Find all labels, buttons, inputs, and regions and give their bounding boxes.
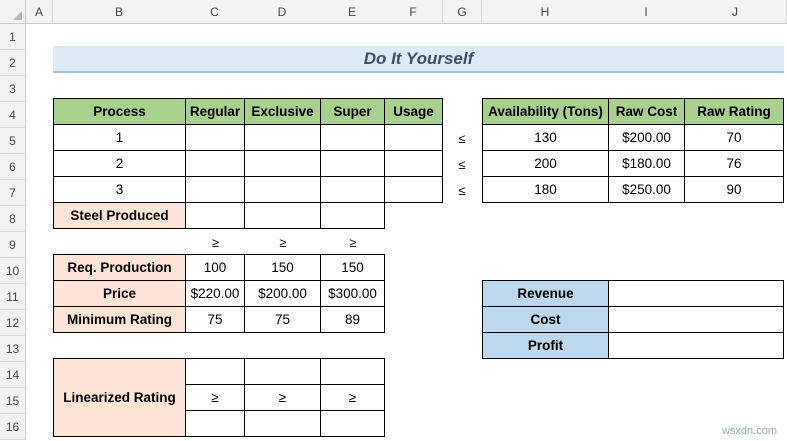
super-cell-1[interactable] [320,124,385,151]
profit-value-cell[interactable] [608,332,784,359]
req-production-super[interactable]: 150 [320,254,385,281]
process-header[interactable]: Process [53,98,186,125]
super-header[interactable]: Super [320,98,385,125]
raw-cost-cell-3[interactable]: $250.00 [608,176,685,203]
raw-cost-header[interactable]: Raw Cost [608,98,685,125]
row-header-1[interactable]: 1 [0,24,26,50]
row-header-12[interactable]: 12 [0,310,26,336]
price-label[interactable]: Price [53,280,186,307]
linearized-regular-ge[interactable]: ≥ [185,384,245,411]
raw-cost-cell-1[interactable]: $200.00 [608,124,685,151]
exclusive-cell-1[interactable] [244,124,321,151]
column-header-b[interactable]: B [53,0,186,24]
minimum-rating-exclusive[interactable]: 75 [244,306,321,333]
price-exclusive[interactable]: $200.00 [244,280,321,307]
raw-rating-cell-2[interactable]: 76 [684,150,784,177]
column-header-d[interactable]: D [244,0,321,24]
linearized-regular-bottom[interactable] [185,410,245,437]
column-header-a[interactable]: A [26,0,53,24]
profit-label[interactable]: Profit [482,332,609,359]
price-super[interactable]: $300.00 [320,280,385,307]
steel-super-cell[interactable] [320,202,385,229]
row-header-8[interactable]: 8 [0,206,26,232]
availability-cell-2[interactable]: 200 [482,150,609,177]
raw-rating-header[interactable]: Raw Rating [684,98,784,125]
revenue-label[interactable]: Revenue [482,280,609,307]
process-row-1[interactable]: 1 [53,124,186,151]
ge-symbol-exclusive: ≥ [279,234,287,250]
cost-value-cell[interactable] [608,306,784,333]
row-header-13[interactable]: 13 [0,336,26,362]
super-cell-3[interactable] [320,176,385,203]
linearized-regular-top[interactable] [185,358,245,385]
row-header-14[interactable]: 14 [0,362,26,388]
availability-cell-3[interactable]: 180 [482,176,609,203]
linearized-rating-label[interactable]: Linearized Rating [53,358,186,437]
column-header-c[interactable]: C [185,0,245,24]
column-header-g[interactable]: G [443,0,482,24]
row-header-7[interactable]: 7 [0,180,26,206]
row-header-4[interactable]: 4 [0,102,26,128]
usage-cell-3[interactable] [384,176,443,203]
steel-produced-label[interactable]: Steel Produced [53,202,186,229]
row-header-3[interactable]: 3 [0,76,26,102]
cost-label[interactable]: Cost [482,306,609,333]
ge-symbol-super: ≥ [349,234,357,250]
linearized-super-bottom[interactable] [320,410,385,437]
regular-header[interactable]: Regular [185,98,245,125]
minimum-rating-super[interactable]: 89 [320,306,385,333]
raw-rating-cell-3[interactable]: 90 [684,176,784,203]
row-header-9[interactable]: 9 [0,232,26,258]
req-production-label[interactable]: Req. Production [53,254,186,281]
exclusive-header[interactable]: Exclusive [244,98,321,125]
column-header-h[interactable]: H [482,0,609,24]
usage-cell-2[interactable] [384,150,443,177]
availability-header[interactable]: Availability (Tons) [482,98,609,125]
usage-cell-1[interactable] [384,124,443,151]
row-header-16[interactable]: 16 [0,414,26,440]
steel-regular-cell[interactable] [185,202,245,229]
raw-cost-cell-2[interactable]: $180.00 [608,150,685,177]
req-production-exclusive[interactable]: 150 [244,254,321,281]
minimum-rating-label[interactable]: Minimum Rating [53,306,186,333]
le-symbol-1: ≤ [458,130,466,146]
steel-exclusive-cell[interactable] [244,202,321,229]
availability-cell-1[interactable]: 130 [482,124,609,151]
watermark: wsxdn.com [721,425,777,437]
row-header-10[interactable]: 10 [0,258,26,284]
exclusive-cell-3[interactable] [244,176,321,203]
usage-header[interactable]: Usage [384,98,443,125]
process-row-2[interactable]: 2 [53,150,186,177]
req-production-regular[interactable]: 100 [185,254,245,281]
select-all-corner[interactable] [0,0,26,24]
minimum-rating-regular[interactable]: 75 [185,306,245,333]
linearized-exclusive-ge[interactable]: ≥ [244,384,321,411]
exclusive-cell-2[interactable] [244,150,321,177]
column-header-e[interactable]: E [320,0,385,24]
process-row-3[interactable]: 3 [53,176,186,203]
regular-cell-3[interactable] [185,176,245,203]
raw-rating-cell-1[interactable]: 70 [684,124,784,151]
ge-symbol-regular: ≥ [211,234,220,250]
regular-cell-2[interactable] [185,150,245,177]
linearized-exclusive-bottom[interactable] [244,410,321,437]
linearized-super-top[interactable] [320,358,385,385]
row-header-15[interactable]: 15 [0,388,26,414]
column-header-f[interactable]: F [384,0,443,24]
revenue-value-cell[interactable] [608,280,784,307]
linearized-exclusive-top[interactable] [244,358,321,385]
super-cell-2[interactable] [320,150,385,177]
row-header-5[interactable]: 5 [0,128,26,154]
price-regular[interactable]: $220.00 [185,280,245,307]
le-symbol-3: ≤ [458,182,466,198]
row-header-6[interactable]: 6 [0,154,26,180]
row-header-11[interactable]: 11 [0,284,26,310]
linearized-super-ge[interactable]: ≥ [320,384,385,411]
row-header-2[interactable]: 2 [0,50,26,76]
page-title: Do It Yourself [53,46,784,73]
regular-cell-1[interactable] [185,124,245,151]
column-header-j[interactable]: J [684,0,787,24]
column-header-i[interactable]: I [608,0,685,24]
le-symbol-2: ≤ [458,156,466,172]
